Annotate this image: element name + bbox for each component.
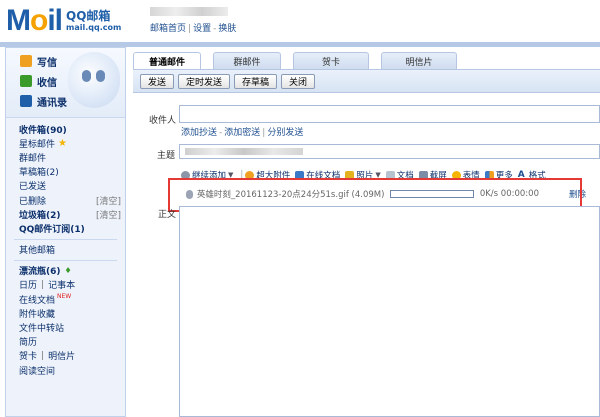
sidebar-item-docs[interactable]: 在线文档 NEW xyxy=(6,292,125,306)
compose-button[interactable]: 写信 xyxy=(20,54,57,69)
inbox-icon xyxy=(20,75,32,87)
cards-link[interactable]: 贺卡 xyxy=(19,349,37,362)
contacts-button[interactable]: 通讯录 xyxy=(20,94,67,109)
folder-label: 已发送 xyxy=(19,182,47,193)
contacts-label: 通讯录 xyxy=(37,97,67,109)
sidebar-item-bottle[interactable]: 漂流瓶(6) ♦ xyxy=(6,264,125,278)
folder-label: 星标邮件 xyxy=(19,139,56,150)
qq-mail-logo[interactable]: Mo il QQ邮箱 mail.qq.com xyxy=(6,4,121,36)
sidebar-item-subscribe[interactable]: QQ邮件订阅(1) xyxy=(6,221,125,235)
folder-label: 在线文档 xyxy=(19,295,56,306)
subject-input[interactable] xyxy=(179,144,600,159)
subject-label: 主题 xyxy=(157,151,176,161)
separate-send-link[interactable]: 分别发送 xyxy=(267,128,303,138)
sidebar-item-transfer[interactable]: 文件中转站 xyxy=(6,320,125,334)
logo-cn: QQ邮箱 xyxy=(66,9,111,23)
to-input[interactable] xyxy=(179,105,600,123)
separator: | xyxy=(41,350,45,361)
bottle-icon: ♦ xyxy=(64,266,72,276)
send-button[interactable]: 发送 xyxy=(140,73,175,89)
receive-label: 收信 xyxy=(37,77,57,89)
logo-letters-il: il xyxy=(47,4,63,37)
separator: | xyxy=(188,24,192,34)
penguin-eye xyxy=(82,70,91,82)
close-button[interactable]: 关闭 xyxy=(281,73,316,89)
pencil-icon xyxy=(20,55,32,67)
sidebar-item-deleted[interactable]: 已删除 [清空] xyxy=(6,193,125,207)
separator: | xyxy=(41,279,45,290)
sidebar-item-drafts[interactable]: 草稿箱(2) xyxy=(6,165,125,179)
compose-tabs: 普通邮件 群邮件 贺卡 明信片 xyxy=(133,52,600,69)
sidebar-item-starred[interactable]: 星标邮件 ★ xyxy=(6,136,125,150)
calendar-link[interactable]: 日历 xyxy=(19,278,37,291)
sidebar-item-calendar: 日历 | 记事本 xyxy=(6,278,125,292)
compose-label: 写信 xyxy=(37,57,57,69)
top-links: 邮箱首页 | 设置 - 换肤 xyxy=(150,21,236,34)
sidebar: 写信 收信 通讯录 收件箱(90) 星标邮件 ★ 群邮件 草稿箱(2) 已发送 已… xyxy=(5,47,126,417)
folder-label: 群邮件 xyxy=(19,153,47,164)
folder-label: 简历 xyxy=(19,338,38,349)
qq-penguin-icon xyxy=(68,52,120,108)
folder-label: 草稿箱(2) xyxy=(19,168,59,179)
folder-label: 漂流瓶(6) xyxy=(19,267,61,278)
to-label: 收件人 xyxy=(149,116,177,126)
folder-label: 阅读空间 xyxy=(19,366,56,377)
tab-greeting-card[interactable]: 贺卡 xyxy=(293,52,369,69)
folder-label: 文件中转站 xyxy=(19,324,65,335)
skin-link[interactable]: 换肤 xyxy=(218,24,236,34)
divider xyxy=(14,259,117,261)
account-name-blurred xyxy=(150,7,228,16)
sidebar-item-attach-fav[interactable]: 附件收藏 xyxy=(6,306,125,320)
quick-actions: 写信 收信 通讯录 xyxy=(6,48,125,118)
sidebar-item-cards: 贺卡 | 明信片 xyxy=(6,349,125,363)
receive-button[interactable]: 收信 xyxy=(20,74,57,89)
scheduled-send-button[interactable]: 定时发送 xyxy=(178,73,231,89)
mail-home-link[interactable]: 邮箱首页 xyxy=(150,24,186,34)
add-cc-link[interactable]: 添加抄送 xyxy=(181,128,217,138)
logo-text: QQ邮箱 mail.qq.com xyxy=(66,6,121,36)
folder-label: 其他邮箱 xyxy=(19,246,56,257)
star-icon: ★ xyxy=(58,137,67,149)
folder-label: 垃圾箱(2) xyxy=(19,210,61,221)
recipient-options: 添加抄送 - 添加密送 | 分别发送 xyxy=(181,125,303,138)
body-label: 正文 xyxy=(158,210,177,220)
folder-label: 附件收藏 xyxy=(19,309,56,320)
add-bcc-link[interactable]: 添加密送 xyxy=(224,128,260,138)
sidebar-item-reading[interactable]: 阅读空间 xyxy=(6,363,125,377)
penguin-eye xyxy=(96,70,105,82)
body-editor[interactable] xyxy=(179,206,600,417)
compose-panel: 普通邮件 群邮件 贺卡 明信片 发送 定时发送 存草稿 关闭 收件人 添加抄送 -… xyxy=(133,47,600,417)
sidebar-item-spam[interactable]: 垃圾箱(2) [清空] xyxy=(6,207,125,221)
folder-label: QQ邮件订阅(1) xyxy=(19,224,85,235)
tab-postcard[interactable]: 明信片 xyxy=(381,52,457,69)
tab-group-mail[interactable]: 群邮件 xyxy=(213,52,281,69)
sidebar-item-resume[interactable]: 简历 xyxy=(6,335,125,349)
new-badge: NEW xyxy=(57,292,72,300)
contacts-icon xyxy=(20,95,32,107)
header: Mo il QQ邮箱 mail.qq.com 邮箱首页 | 设置 - 换肤 xyxy=(0,0,600,42)
settings-link[interactable]: 设置 xyxy=(193,24,211,34)
folder-list: 收件箱(90) 星标邮件 ★ 群邮件 草稿箱(2) 已发送 已删除 [清空] 垃圾箱… xyxy=(6,122,125,377)
tab-normal-mail[interactable]: 普通邮件 xyxy=(133,52,201,69)
notes-link[interactable]: 记事本 xyxy=(48,278,75,291)
sidebar-item-other-mailbox[interactable]: 其他邮箱 xyxy=(6,243,125,257)
subject-text-blurred xyxy=(185,148,303,155)
folder-label: 已删除 xyxy=(19,196,47,207)
logo-url: mail.qq.com xyxy=(66,23,122,32)
divider xyxy=(14,238,117,240)
logo-letter-m: M xyxy=(6,4,31,37)
logo-letter-o: o xyxy=(30,4,48,37)
folder-label: 收件箱(90) xyxy=(19,125,67,136)
postcards-link[interactable]: 明信片 xyxy=(48,349,75,362)
clear-spam-link[interactable]: [清空] xyxy=(96,208,121,221)
compose-toolbar: 发送 定时发送 存草稿 关闭 xyxy=(133,69,600,93)
sidebar-item-sent[interactable]: 已发送 xyxy=(6,179,125,193)
sidebar-item-group[interactable]: 群邮件 xyxy=(6,150,125,164)
clear-deleted-link[interactable]: [清空] xyxy=(96,194,121,207)
save-draft-button[interactable]: 存草稿 xyxy=(234,73,278,89)
sidebar-item-inbox[interactable]: 收件箱(90) xyxy=(6,122,125,136)
